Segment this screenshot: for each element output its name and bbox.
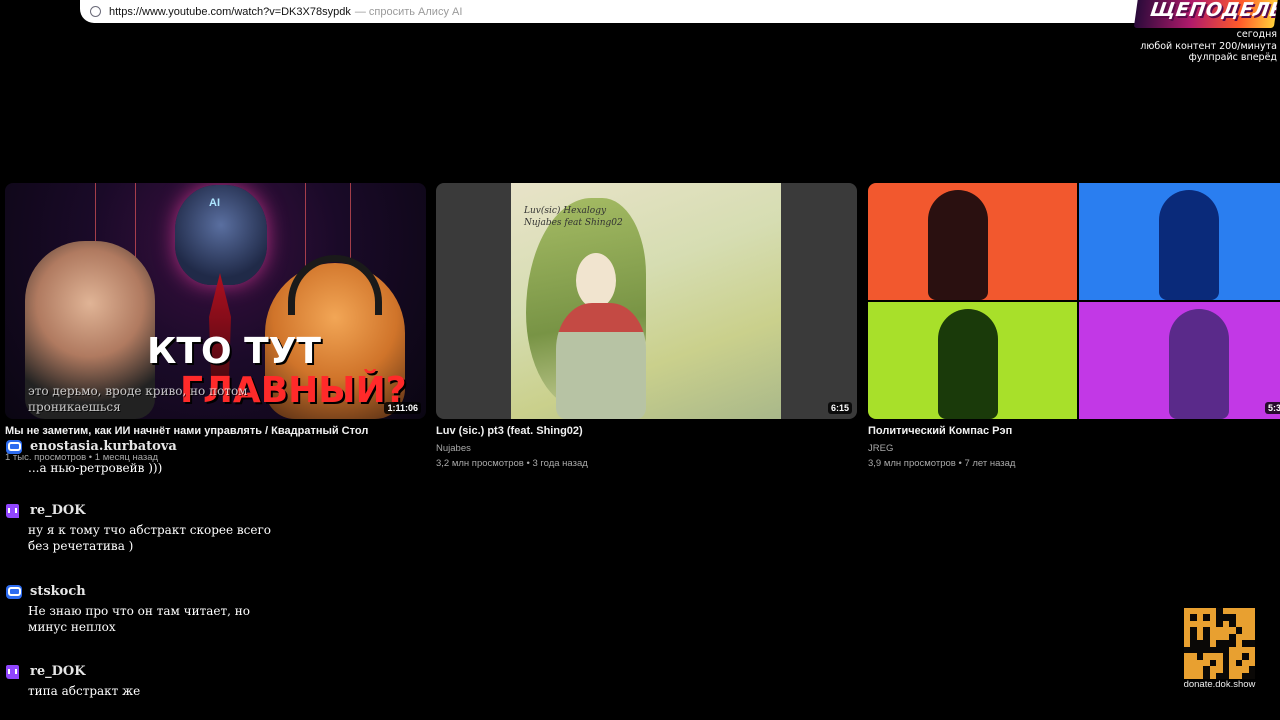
chat-message-0: это дерьмо, вроде криво, но потом проник… (28, 383, 288, 415)
chat-message-4: re_DOK типа абстракт же (6, 664, 140, 699)
chat-message-text: Не знаю про что он там читает, но минус … (28, 604, 250, 634)
chat-header: re_DOK (6, 664, 140, 679)
album-title: Luv(sic) Hexalogy Nujabes feat Shing02 (524, 205, 623, 229)
thumb-headline-1: КТО ТУТ (147, 331, 321, 372)
chat-username: enostasia.kurbatova (30, 439, 177, 454)
video-thumbnail[interactable]: 5:31 (868, 183, 1280, 419)
video-duration: 5:31 (1264, 402, 1280, 414)
chat-message-text: ну я к тому тчо абстракт скорее всего бе… (28, 523, 272, 553)
donate-link[interactable]: donate.dok.show (1176, 679, 1263, 690)
album-figure-body (556, 303, 646, 419)
video-duration: 1:11:06 (384, 402, 421, 414)
performer-figure (1159, 190, 1219, 300)
video-title[interactable]: Luv (sic.) pt3 (feat. Shing02) (436, 425, 857, 437)
performer-figure (928, 190, 988, 300)
chat-message-text: ...а нью-ретровейв ))) (28, 461, 163, 475)
video-thumbnail[interactable]: Luv(sic) Hexalogy Nujabes feat Shing02 6… (436, 183, 857, 419)
donate-qr-code[interactable] (1184, 608, 1255, 679)
chat-username: re_DOK (30, 503, 86, 518)
chat-message-text: типа абстракт же (28, 684, 141, 698)
video-meta: 3,2 млн просмотров • 3 года назад (436, 458, 588, 469)
video-card-2[interactable]: Luv(sic) Hexalogy Nujabes feat Shing02 6… (436, 183, 857, 469)
chat-header: enostasia.kurbatova (6, 439, 177, 454)
video-card-3[interactable]: 5:31 Политический Компас Рэп JREG 3,9 мл… (868, 183, 1280, 469)
thumb-quadrant-green (868, 302, 1077, 419)
album-title-line-2: Nujabes feat Shing02 (524, 218, 623, 228)
site-info-icon[interactable] (90, 6, 101, 17)
thumb-quadrant-red (868, 183, 1077, 300)
video-meta: 3,9 млн просмотров • 7 лет назад (868, 458, 1016, 469)
promo-line-1: сегодня (1236, 29, 1277, 40)
album-title-line-1: Luv(sic) Hexalogy (524, 206, 607, 216)
chat-username: re_DOK (30, 664, 86, 679)
chat-username: stskoch (30, 584, 86, 599)
performer-figure (938, 309, 998, 419)
twitch-icon (6, 503, 19, 518)
video-title[interactable]: Политический Компас Рэп (868, 425, 1280, 437)
chat-message-3: stskoch Не знаю про что он там читает, н… (6, 584, 268, 635)
video-card-1[interactable]: AI КТО ТУТ ГЛАВНЫЙ? 1:11:06 Мы не замети… (5, 183, 426, 463)
chat-header: re_DOK (6, 503, 278, 518)
stream-logo-text: ЩЕПОДЕЛЬНИК (1148, 0, 1279, 21)
chat-message-text: это дерьмо, вроде криво, но потом проник… (28, 384, 248, 414)
thumb-quadrant-purple (1079, 302, 1280, 419)
stream-logo: ЩЕПОДЕЛЬНИК (1133, 0, 1279, 28)
promo-text: сегодня любой контент 200/минута фулпрай… (1140, 29, 1277, 64)
vk-icon (6, 584, 22, 599)
thumb-quadrant-blue (1079, 183, 1280, 300)
chat-header: stskoch (6, 584, 268, 599)
chat-message-2: re_DOK ну я к тому тчо абстракт скорее в… (6, 503, 278, 554)
video-duration: 6:15 (827, 402, 852, 414)
headset-graphic (288, 255, 382, 315)
performer-figure (1169, 309, 1229, 419)
album-figure-face (576, 253, 616, 308)
ai-badge: AI (209, 197, 220, 209)
url-text[interactable]: https://www.youtube.com/watch?v=DK3X78sy… (109, 6, 351, 18)
channel-name[interactable]: Nujabes (436, 443, 857, 454)
channel-name[interactable]: JREG (868, 443, 1280, 454)
promo-line-2: любой контент 200/минута (1140, 40, 1277, 52)
vk-icon (6, 439, 22, 454)
video-title[interactable]: Мы не заметим, как ИИ начнёт нами управл… (5, 425, 426, 437)
address-bar[interactable]: https://www.youtube.com/watch?v=DK3X78sy… (80, 0, 1160, 23)
chat-message-1: enostasia.kurbatova ...а нью-ретровейв )… (6, 439, 177, 476)
ask-alice-hint: — спросить Алису AI (354, 5, 463, 18)
robot-figure (175, 185, 267, 285)
twitch-icon (6, 664, 19, 679)
promo-line-3: фулпрайс вперёд (1188, 52, 1277, 63)
